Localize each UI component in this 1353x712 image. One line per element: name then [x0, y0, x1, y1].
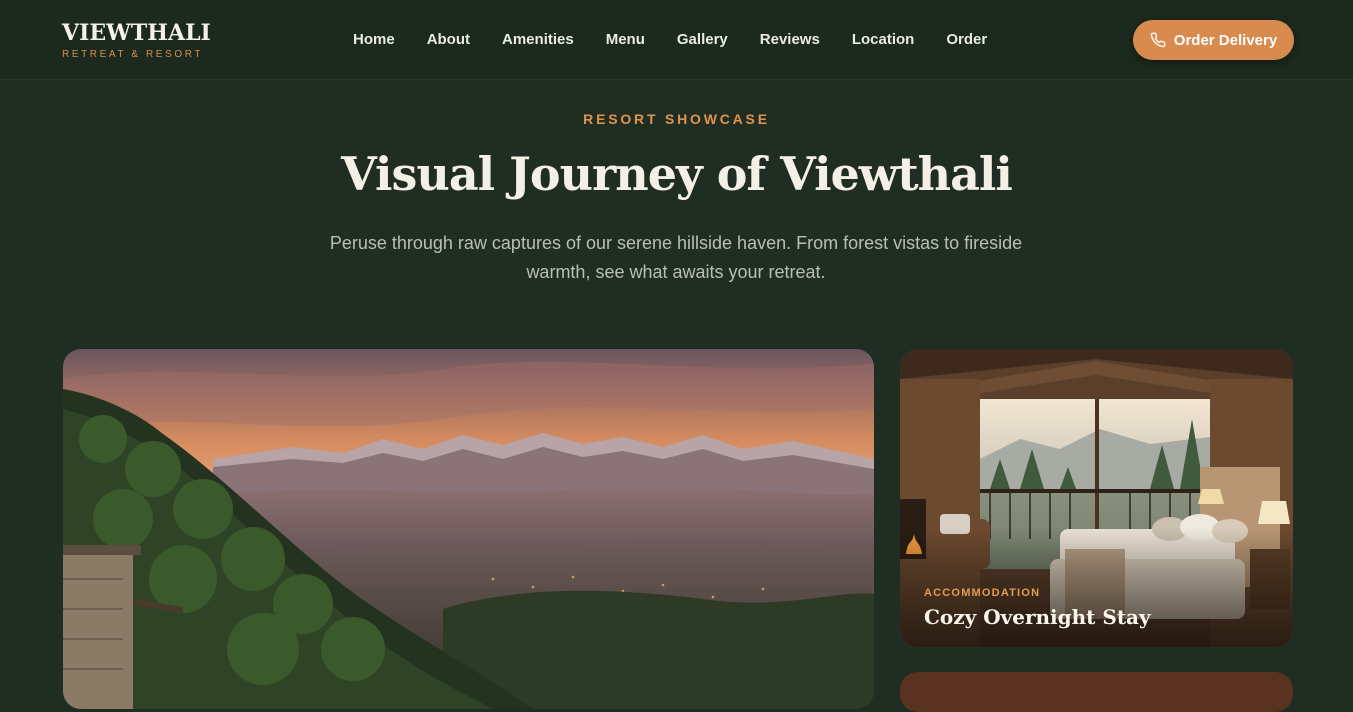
- order-delivery-button[interactable]: Order Delivery: [1133, 20, 1294, 60]
- gallery-card-landscape[interactable]: [63, 349, 874, 709]
- nav-home[interactable]: Home: [353, 31, 395, 49]
- gallery-card-next[interactable]: [900, 672, 1293, 712]
- nav-menu[interactable]: Menu: [606, 31, 645, 49]
- nav-order[interactable]: Order: [946, 31, 987, 49]
- mountain-sunset-image: [63, 349, 874, 709]
- page-subtitle: Peruse through raw captures of our seren…: [329, 233, 1023, 282]
- caption-label: ACCOMMODATION: [924, 587, 1041, 599]
- nav-reviews[interactable]: Reviews: [760, 31, 820, 49]
- brand-tagline: RETREAT & RESORT: [62, 49, 204, 60]
- brand-name: VIEWTHALI: [62, 20, 211, 46]
- nav-about[interactable]: About: [427, 31, 470, 49]
- phone-icon: [1150, 32, 1166, 48]
- page-title: Visual Journey of Viewthali: [341, 147, 1013, 201]
- section-eyebrow: RESORT SHOWCASE: [583, 111, 770, 127]
- site-header: VIEWTHALI RETREAT & RESORT Home About Am…: [0, 0, 1353, 80]
- nav-amenities[interactable]: Amenities: [502, 31, 574, 49]
- order-delivery-label: Order Delivery: [1173, 31, 1278, 49]
- main-nav: Home About Amenities Menu Gallery Review…: [353, 31, 1019, 49]
- caption-title: Cozy Overnight Stay: [924, 605, 1151, 629]
- gallery-caption-accommodation: ACCOMMODATION Cozy Overnight Stay: [924, 587, 1151, 629]
- gallery-card-accommodation[interactable]: ACCOMMODATION Cozy Overnight Stay: [900, 349, 1293, 647]
- brand-logo[interactable]: VIEWTHALI RETREAT & RESORT: [62, 20, 211, 60]
- nav-gallery[interactable]: Gallery: [677, 31, 728, 49]
- nav-location[interactable]: Location: [852, 31, 915, 49]
